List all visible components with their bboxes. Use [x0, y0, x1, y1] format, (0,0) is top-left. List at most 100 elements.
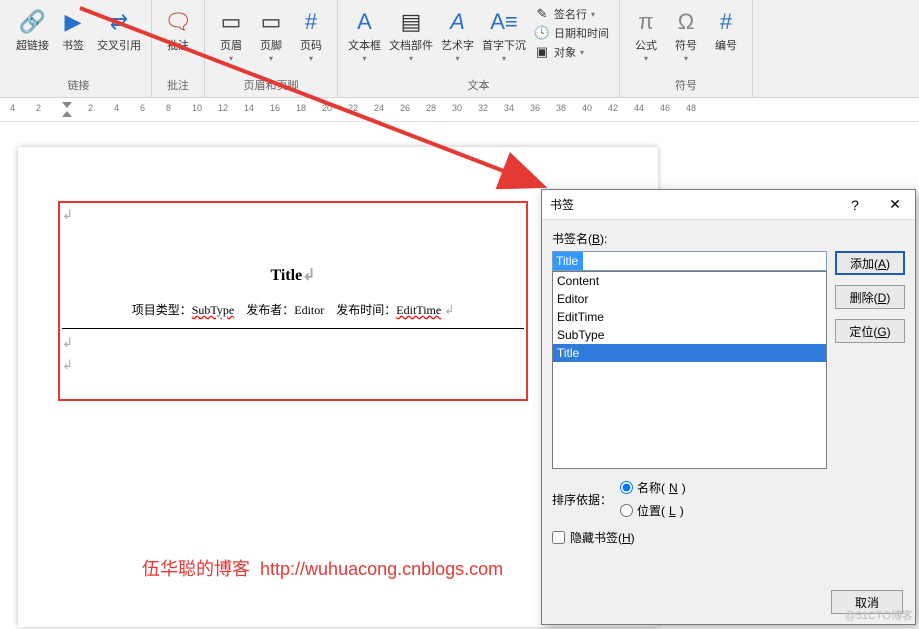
doc-title[interactable]: Title [270, 267, 302, 284]
ruler-tick: 4 [10, 103, 15, 113]
header-icon: ▭ [215, 6, 247, 38]
meta-time-label: 发布时间： [336, 303, 396, 317]
datetime-icon: 🕓 [534, 25, 550, 41]
pagenum-button[interactable]: # 页码 ▾ [291, 4, 331, 75]
ribbon-group-symbols: π 公式 ▾ Ω 符号 ▾ # 编号 符号 [620, 0, 753, 97]
group-label-comment: 批注 [158, 75, 198, 97]
datetime-button[interactable]: 🕓日期和时间 [534, 25, 609, 41]
object-button[interactable]: ▣对象▾ [534, 44, 609, 60]
ruler-tick: 4 [114, 103, 119, 113]
dialog-title: 书签 [550, 196, 574, 213]
ribbon: 🔗 超链接 ▶ 书签 ⇄ 交叉引用 链接 🗨 批注 批注 ▭ [0, 0, 919, 98]
sort-by-location[interactable]: 位置(L) [620, 502, 686, 519]
equation-button[interactable]: π 公式 ▾ [626, 4, 666, 75]
dropdown-icon: ▾ [409, 54, 413, 63]
bookmark-dialog: 书签 ? ✕ 书签名(B): Content Editor EditTime S… [541, 189, 916, 625]
ruler-tick: 38 [556, 103, 566, 113]
number-button[interactable]: # 编号 [706, 4, 746, 75]
ribbon-group-headerfooter: ▭ 页眉 ▾ ▭ 页脚 ▾ # 页码 ▾ 页眉和页脚 [205, 0, 338, 97]
meta-editor-label: 发布者： [246, 303, 294, 317]
ruler-tick: 6 [140, 103, 145, 113]
pagenum-icon: # [295, 6, 327, 38]
comment-button[interactable]: 🗨 批注 [158, 4, 198, 75]
hidden-bookmarks-label: 隐藏书签(H) [570, 529, 635, 546]
goto-button[interactable]: 定位(G) [835, 319, 905, 343]
bookmark-name-input[interactable] [552, 251, 827, 271]
dropdown-icon: ▾ [502, 54, 506, 63]
ruler-tick: 32 [478, 103, 488, 113]
ruler-tick: 44 [634, 103, 644, 113]
ruler-tick: 18 [296, 103, 306, 113]
signature-icon: ✎ [534, 6, 550, 22]
hyperlink-button[interactable]: 🔗 超链接 [12, 4, 53, 75]
dropdown-icon: ▾ [229, 54, 233, 63]
help-button[interactable]: ? [835, 197, 875, 213]
document-content[interactable]: ↲ Title↲ 项目类型：SubType 发布者：Editor 发布时间：Ed… [62, 207, 524, 373]
ribbon-group-comment: 🗨 批注 批注 [152, 0, 205, 97]
header-button[interactable]: ▭ 页眉 ▾ [211, 4, 251, 75]
hidden-bookmarks-checkbox[interactable] [552, 531, 565, 544]
equation-icon: π [630, 6, 662, 38]
bookmark-item[interactable]: Editor [553, 290, 826, 308]
document-area: ↲ Title↲ 项目类型：SubType 发布者：Editor 发布时间：Ed… [0, 122, 919, 147]
indent-marker-top[interactable] [62, 111, 72, 117]
footer-button[interactable]: ▭ 页脚 ▾ [251, 4, 291, 75]
symbol-icon: Ω [670, 6, 702, 38]
wordart-icon: A [442, 6, 474, 38]
ruler-tick: 14 [244, 103, 254, 113]
ruler-tick: 22 [348, 103, 358, 113]
ruler-tick: 2 [36, 103, 41, 113]
ruler-tick: 20 [322, 103, 332, 113]
ruler-tick: 36 [530, 103, 540, 113]
quickparts-button[interactable]: ▤ 文档部件 ▾ [385, 4, 437, 75]
ruler-tick: 46 [660, 103, 670, 113]
dropdown-icon: ▾ [684, 54, 688, 63]
add-button[interactable]: 添加(A) [835, 251, 905, 275]
hyperlink-icon: 🔗 [17, 6, 49, 38]
sort-label: 排序依据： [552, 491, 612, 508]
crossref-button[interactable]: ⇄ 交叉引用 [93, 4, 145, 75]
textbox-icon: A [349, 6, 381, 38]
bookmark-name-label: 书签名(B): [552, 232, 607, 246]
dialog-titlebar[interactable]: 书签 ? ✕ [542, 190, 915, 220]
delete-button[interactable]: 删除(D) [835, 285, 905, 309]
doc-divider [62, 328, 524, 329]
wordart-button[interactable]: A 艺术字 ▾ [437, 4, 478, 75]
ruler-tick: 26 [400, 103, 410, 113]
meta-time-value[interactable]: EditTime [396, 303, 441, 317]
group-label-text: 文本 [344, 75, 613, 97]
ruler-tick: 48 [686, 103, 696, 113]
group-label-link: 链接 [12, 75, 145, 97]
ruler-tick: 40 [582, 103, 592, 113]
close-button[interactable]: ✕ [875, 196, 915, 213]
ruler-tick: 16 [270, 103, 280, 113]
quickparts-icon: ▤ [395, 6, 427, 38]
footer-icon: ▭ [255, 6, 287, 38]
ruler-tick: 2 [88, 103, 93, 113]
bookmark-button[interactable]: ▶ 书签 [53, 4, 93, 75]
ruler[interactable]: 4224681012141618202224262830323436384042… [0, 98, 919, 122]
bookmark-list[interactable]: Content Editor EditTime SubType Title [552, 271, 827, 469]
signature-button[interactable]: ✎签名行▾ [534, 6, 609, 22]
bookmark-item[interactable]: EditTime [553, 308, 826, 326]
object-icon: ▣ [534, 44, 550, 60]
meta-editor-value[interactable]: Editor [294, 303, 324, 317]
symbol-button[interactable]: Ω 符号 ▾ [666, 4, 706, 75]
dropdown-icon: ▾ [644, 54, 648, 63]
ruler-tick: 34 [504, 103, 514, 113]
radio-name[interactable] [620, 481, 633, 494]
bookmark-item[interactable]: Content [553, 272, 826, 290]
indent-marker-bottom[interactable] [62, 102, 72, 108]
textbox-button[interactable]: A 文本框 ▾ [344, 4, 385, 75]
comment-icon: 🗨 [162, 6, 194, 38]
sort-by-name[interactable]: 名称(N) [620, 479, 686, 496]
radio-location[interactable] [620, 504, 633, 517]
ruler-tick: 12 [218, 103, 228, 113]
blog-watermark: 伍华聪的博客 http://wuhuacong.cnblogs.com [142, 555, 503, 581]
ribbon-group-text: A 文本框 ▾ ▤ 文档部件 ▾ A 艺术字 ▾ A≡ 首字下沉 ▾ ✎签名行▾ [338, 0, 620, 97]
meta-type-value[interactable]: SubType [192, 303, 235, 317]
bookmark-item[interactable]: SubType [553, 326, 826, 344]
group-label-symbols: 符号 [626, 75, 746, 97]
bookmark-item-selected[interactable]: Title [553, 344, 826, 362]
dropcap-button[interactable]: A≡ 首字下沉 ▾ [478, 4, 530, 75]
